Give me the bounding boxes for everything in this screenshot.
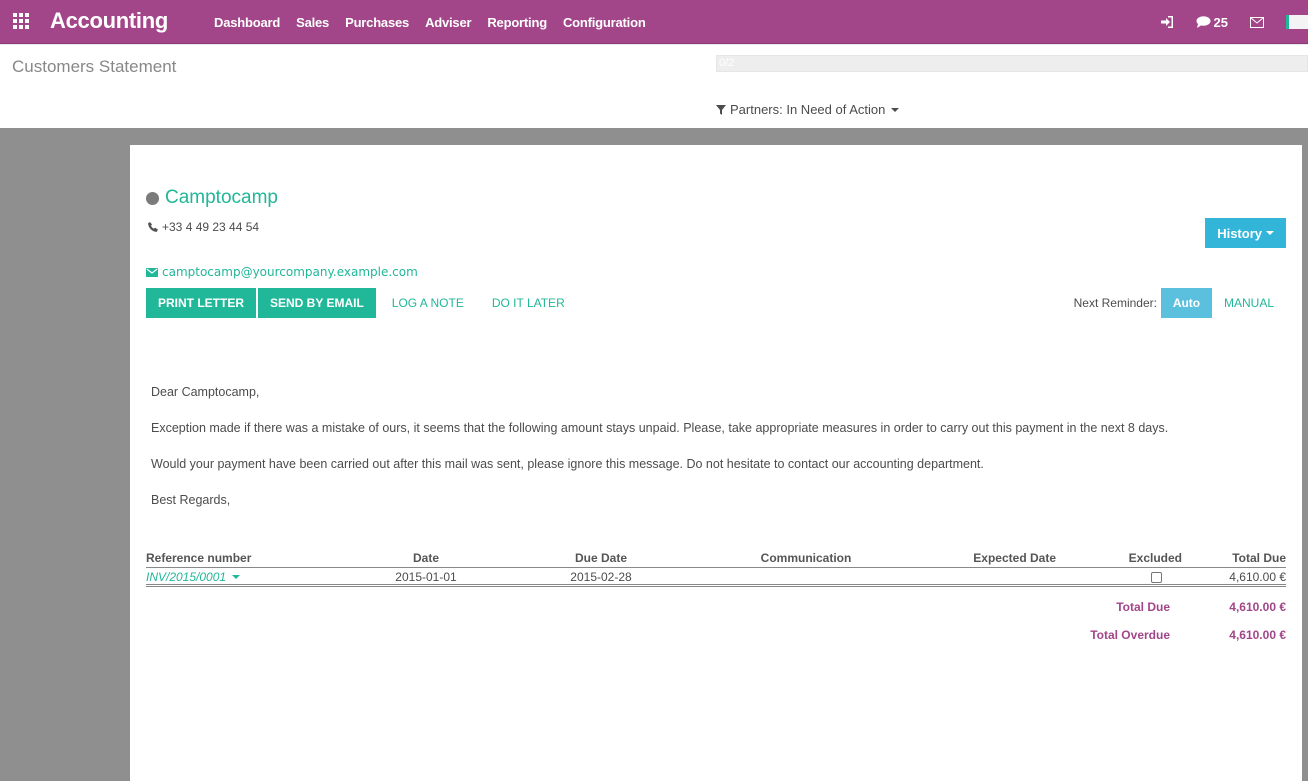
sign-in-icon[interactable] — [1160, 16, 1174, 28]
progress-label: 0/2 — [719, 57, 735, 69]
total-due-label: Total Due — [1116, 600, 1170, 614]
breadcrumb: Customers Statement — [12, 57, 177, 76]
reference-number: INV/2015/0001 — [146, 569, 227, 584]
invoice-lines-table: Reference number Date Due Date Communica… — [146, 551, 1286, 587]
total-overdue-label: Total Overdue — [1090, 628, 1170, 642]
letter-body: Dear Camptocamp, Exception made if there… — [151, 385, 1271, 529]
column-header: Total Due — [1186, 551, 1286, 568]
partner-header: Camptocamp — [146, 187, 278, 209]
caret-down-icon — [1266, 231, 1274, 235]
user-avatar[interactable] — [1286, 15, 1308, 29]
status-dot-icon — [146, 191, 159, 205]
menu-adviser[interactable]: Adviser — [417, 15, 479, 30]
table-row: INV/2015/0001 2015-01-01 2015-02-28 4,61… — [146, 567, 1286, 587]
email-address: camptocamp@yourcompany.example.com — [162, 265, 418, 279]
log-a-note-button[interactable]: LOG A NOTE — [378, 296, 478, 310]
total-overdue-value: 4,610.00 € — [1229, 628, 1286, 642]
column-header: Due Date — [516, 551, 686, 568]
date-cell: 2015-01-01 — [336, 567, 516, 587]
letter-paragraph: Exception made if there was a mistake of… — [151, 421, 1169, 435]
letter-paragraph: Would your payment have been carried out… — [151, 457, 984, 471]
caret-down-icon — [891, 107, 900, 112]
manual-reminder-button[interactable]: MANUAL — [1212, 296, 1286, 310]
top-navbar: Accounting Dashboard Sales Purchases Adv… — [0, 0, 1308, 44]
totals-summary: Total Due 4,610.00 € Total Overdue 4,610… — [1090, 593, 1286, 649]
filter-dropdown[interactable]: Partners: In Need of Action — [716, 102, 900, 117]
control-panel: Customers Statement 0/2 Partners: In Nee… — [0, 44, 1308, 128]
partner-email[interactable]: camptocamp@yourcompany.example.com — [146, 265, 418, 279]
partner-name[interactable]: Camptocamp — [165, 187, 278, 209]
reference-cell: INV/2015/0001 — [146, 567, 336, 587]
expected-date-cell[interactable] — [926, 567, 1056, 587]
column-header: Reference number — [146, 551, 336, 568]
apps-grid-icon[interactable] — [13, 13, 30, 29]
app-title: Accounting — [50, 8, 168, 33]
action-buttons: PRINT LETTER SEND BY EMAIL LOG A NOTE DO… — [146, 288, 579, 318]
letter-closing: Best Regards, — [151, 493, 231, 507]
message-count: 25 — [1213, 14, 1228, 30]
letter-greeting: Dear Camptocamp, — [151, 385, 260, 399]
envelope-icon — [146, 267, 158, 277]
column-header: Excluded — [1056, 551, 1186, 568]
history-dropdown-button[interactable]: History — [1205, 218, 1286, 248]
phone-icon — [148, 222, 158, 232]
menu-reporting[interactable]: Reporting — [479, 15, 555, 30]
auto-reminder-button[interactable]: Auto — [1160, 288, 1212, 318]
total-due-row: Total Due 4,610.00 € — [1090, 593, 1286, 621]
caret-down-icon — [232, 574, 241, 579]
do-it-later-button[interactable]: DO IT LATER — [478, 296, 579, 310]
partner-phone: +33 4 49 23 44 54 — [148, 220, 259, 234]
filter-label: Partners: In Need of Action — [730, 102, 886, 117]
menu-purchases[interactable]: Purchases — [337, 15, 417, 30]
messages-button[interactable]: 25 — [1196, 15, 1228, 30]
total-due-value: 4,610.00 € — [1229, 600, 1286, 614]
excluded-checkbox[interactable] — [1151, 571, 1162, 583]
menu-sales[interactable]: Sales — [288, 15, 337, 30]
total-overdue-row: Total Overdue 4,610.00 € — [1090, 621, 1286, 649]
main-menu: Dashboard Sales Purchases Adviser Report… — [206, 0, 654, 44]
total-due-cell: 4,610.00 € — [1186, 567, 1286, 587]
column-header: Expected Date — [926, 551, 1056, 568]
table-header-row: Reference number Date Due Date Communica… — [146, 551, 1286, 568]
envelope-icon[interactable] — [1250, 16, 1264, 28]
statement-sheet: Camptocamp +33 4 49 23 44 54 camptocamp@… — [130, 145, 1302, 781]
print-letter-button[interactable]: PRINT LETTER — [146, 288, 256, 318]
due-date-cell: 2015-02-28 — [516, 567, 686, 587]
phone-number: +33 4 49 23 44 54 — [162, 220, 260, 234]
menu-configuration[interactable]: Configuration — [555, 15, 654, 30]
send-by-email-button[interactable]: SEND BY EMAIL — [258, 288, 376, 318]
history-label: History — [1217, 225, 1262, 241]
progress-bar: 0/2 — [716, 55, 1308, 72]
menu-dashboard[interactable]: Dashboard — [206, 15, 288, 30]
filter-icon — [716, 104, 726, 115]
next-reminder-label: Next Reminder: — [1073, 296, 1157, 310]
column-header: Communication — [686, 551, 926, 568]
navbar-systray: 25 — [1139, 0, 1308, 44]
column-header: Date — [336, 551, 516, 568]
reference-dropdown[interactable]: INV/2015/0001 — [146, 569, 241, 584]
chat-bubble-icon — [1196, 16, 1211, 28]
next-reminder: Next Reminder: Auto MANUAL — [1074, 288, 1286, 318]
excluded-cell — [1056, 567, 1186, 587]
communication-cell[interactable] — [686, 567, 926, 587]
